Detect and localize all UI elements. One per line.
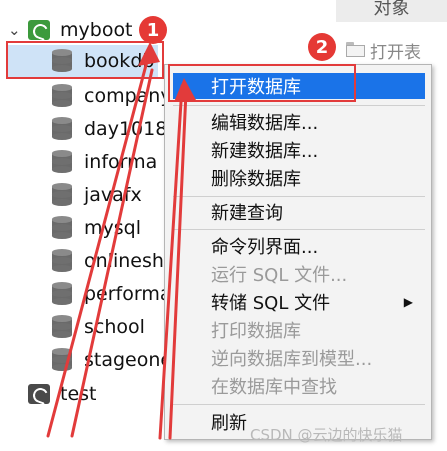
menu-item-dump-sql-file[interactable]: 转储 SQL 文件 ▶ (173, 289, 425, 315)
submenu-arrow-icon: ▶ (403, 295, 413, 309)
menu-item-new-database[interactable]: 新建数据库... (173, 137, 425, 163)
tree-item-database[interactable]: bookdb (8, 45, 158, 77)
tree-item-database[interactable]: mysql (52, 212, 141, 244)
database-icon (52, 282, 72, 306)
mysql-connection-icon (28, 384, 50, 404)
tree-item-database[interactable]: performa (52, 278, 172, 310)
chevron-down-icon[interactable]: ⌄ (8, 21, 22, 39)
tree-item-database[interactable]: onlinesh (52, 245, 164, 277)
tree-item-database[interactable]: stageone (52, 344, 172, 376)
database-label: performa (84, 283, 172, 305)
database-label: stageone (84, 349, 173, 371)
tree-connection-myboot[interactable]: ⌄ myboot (8, 14, 133, 46)
watermark: CSDN @云边的快乐猫 (250, 426, 403, 444)
menu-item-delete-database[interactable]: 删除数据库 (173, 165, 425, 191)
database-icon (52, 117, 72, 141)
menu-separator (173, 229, 425, 230)
menu-item-command-line[interactable]: 命令列界面... (173, 233, 425, 259)
menu-item-reverse-to-model: 逆向数据库到模型... (211, 349, 373, 370)
menu-separator (173, 196, 425, 197)
step-badge-1: 1 (139, 16, 167, 44)
database-icon (52, 216, 72, 240)
connection-label: test (60, 383, 97, 405)
tree-item-database[interactable]: school (52, 311, 145, 343)
context-menu: 打开数据库 编辑数据库... 新建数据库... 删除数据库 新建查询 命令列界面… (164, 64, 432, 440)
step-badge-2: 2 (308, 33, 336, 61)
database-icon (52, 183, 72, 207)
menu-item-print-database: 打印数据库 (211, 321, 301, 342)
tree-item-database[interactable]: javafx (52, 179, 142, 211)
menu-separator (173, 105, 425, 106)
menu-item-edit-database[interactable]: 编辑数据库... (173, 109, 425, 135)
database-label: informa (84, 151, 158, 173)
menu-item-open-database[interactable]: 打开数据库 (173, 73, 425, 99)
menu-item-find-in-database: 在数据库中查找 (211, 377, 337, 398)
database-label: company (84, 85, 172, 107)
mysql-connection-icon (28, 20, 50, 40)
database-label: bookdb (84, 50, 155, 72)
database-label: school (84, 316, 145, 338)
database-label: onlinesh (84, 250, 164, 272)
database-icon (52, 84, 72, 108)
menu-item-run-sql-file: 运行 SQL 文件... (211, 265, 348, 286)
database-icon (52, 249, 72, 273)
database-label: day1018 (84, 118, 168, 140)
database-icon (52, 150, 72, 174)
tree-item-database[interactable]: company (52, 80, 172, 112)
tree-item-database[interactable]: day1018 (52, 113, 167, 145)
database-label: javafx (84, 184, 142, 206)
database-icon (52, 49, 72, 73)
tree-connection-test[interactable]: test (28, 378, 97, 410)
database-icon (52, 315, 72, 339)
menu-separator (173, 404, 425, 405)
database-icon (52, 348, 72, 372)
tree-item-database[interactable]: informa (52, 146, 157, 178)
database-label: mysql (84, 217, 141, 239)
connection-label: myboot (60, 19, 133, 41)
menu-item-new-query[interactable]: 新建查询 (173, 199, 425, 225)
